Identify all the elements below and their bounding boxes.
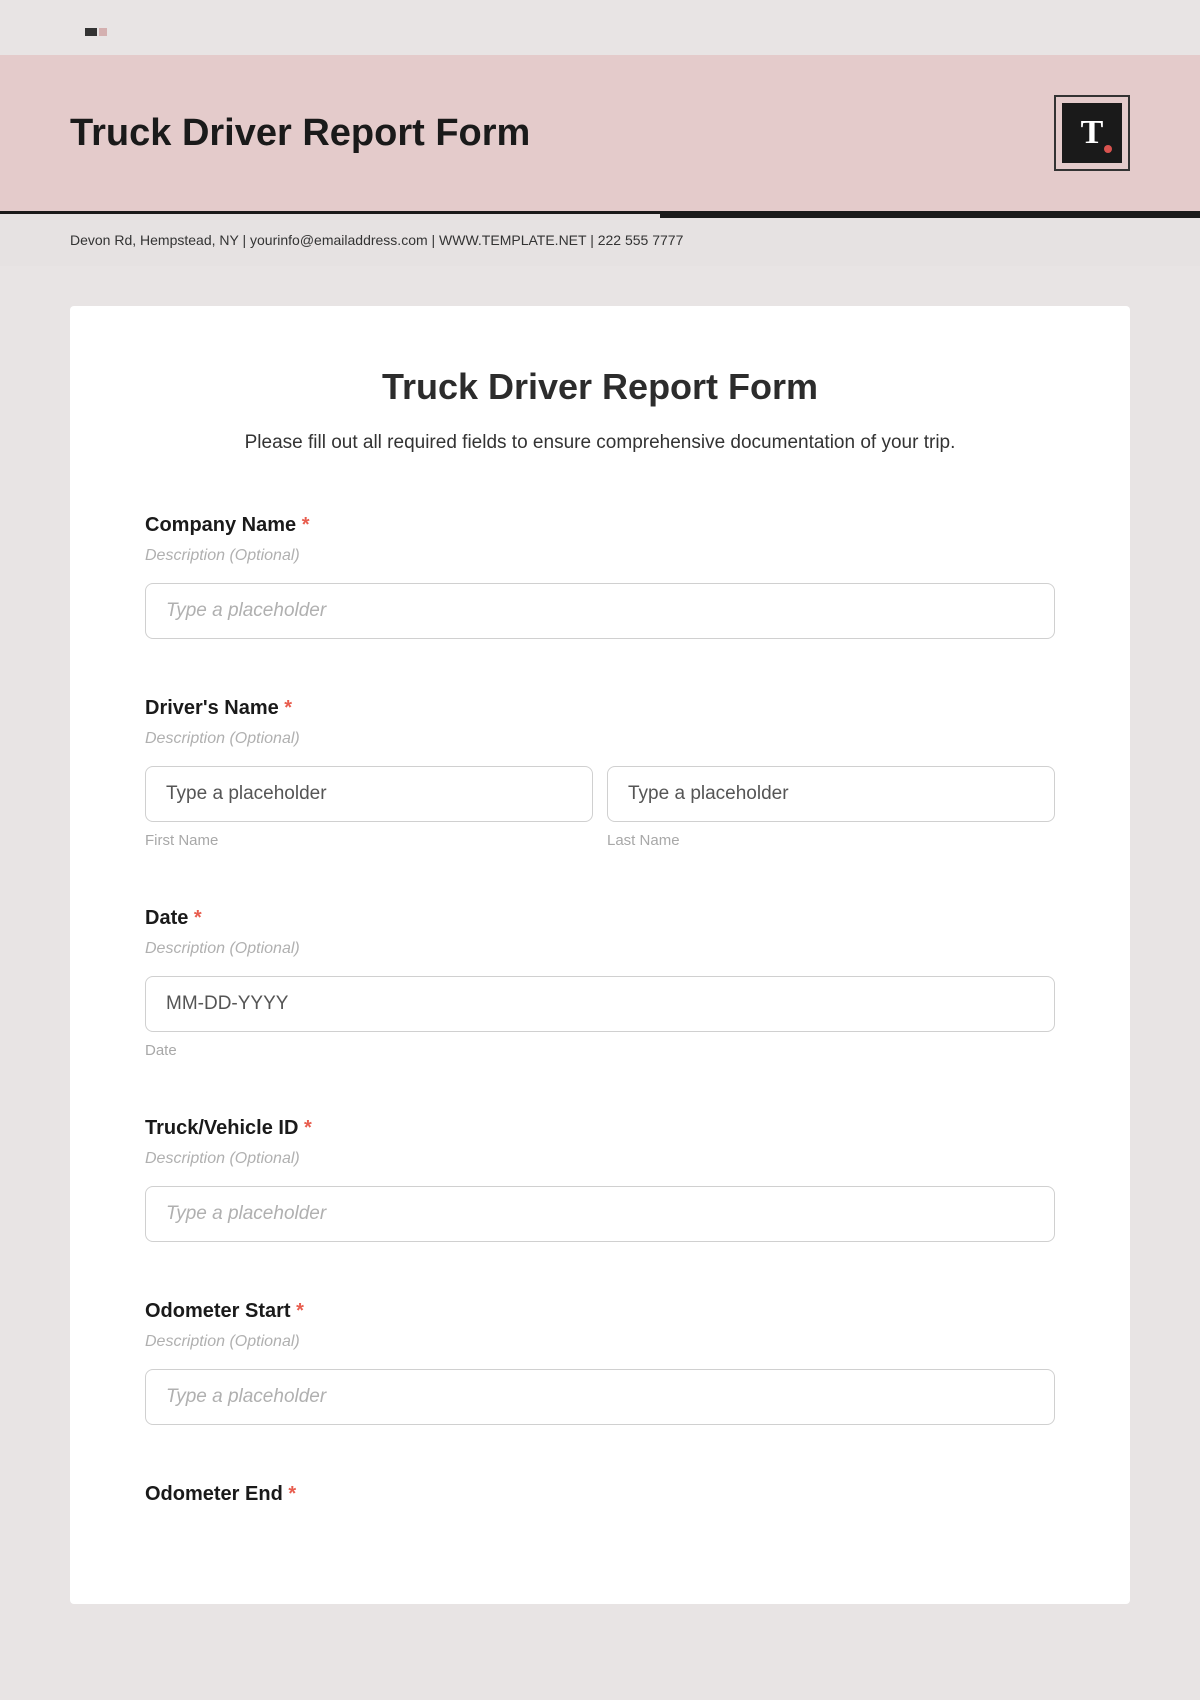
header-banner: Truck Driver Report Form T — [0, 55, 1200, 214]
driver-label: Driver's Name * — [145, 697, 1055, 720]
required-marker: * — [288, 1483, 296, 1505]
odo-start-input[interactable] — [145, 1369, 1055, 1425]
company-desc: Description (Optional) — [145, 547, 1055, 565]
required-marker: * — [304, 1117, 312, 1139]
field-date: Date * Description (Optional) Date — [145, 907, 1055, 1059]
odo-end-label: Odometer End * — [145, 1483, 1055, 1506]
field-company: Company Name * Description (Optional) — [145, 514, 1055, 639]
company-label-text: Company Name — [145, 514, 296, 536]
vehicle-label: Truck/Vehicle ID * — [145, 1117, 1055, 1140]
company-input[interactable] — [145, 583, 1055, 639]
field-vehicle: Truck/Vehicle ID * Description (Optional… — [145, 1117, 1055, 1242]
date-label: Date * — [145, 907, 1055, 930]
date-input[interactable] — [145, 976, 1055, 1032]
odo-end-label-text: Odometer End — [145, 1483, 283, 1505]
form-title: Truck Driver Report Form — [145, 366, 1055, 408]
vehicle-input[interactable] — [145, 1186, 1055, 1242]
logo-icon: T — [1062, 103, 1122, 163]
contact-line: Devon Rd, Hempstead, NY | yourinfo@email… — [0, 214, 1200, 266]
required-marker: * — [296, 1300, 304, 1322]
first-name-sublabel: First Name — [145, 832, 593, 849]
form-container: Truck Driver Report Form Please fill out… — [70, 306, 1130, 1604]
required-marker: * — [302, 514, 310, 536]
field-driver: Driver's Name * Description (Optional) F… — [145, 697, 1055, 849]
form-intro: Please fill out all required fields to e… — [145, 432, 1055, 454]
logo-box: T — [1054, 95, 1130, 171]
last-name-input[interactable] — [607, 766, 1055, 822]
date-label-text: Date — [145, 907, 188, 929]
window-control-icon — [85, 28, 109, 38]
last-name-sublabel: Last Name — [607, 832, 1055, 849]
top-bar — [0, 0, 1200, 55]
field-odo-end: Odometer End * — [145, 1483, 1055, 1506]
date-desc: Description (Optional) — [145, 940, 1055, 958]
first-name-input[interactable] — [145, 766, 593, 822]
date-sublabel: Date — [145, 1042, 1055, 1059]
odo-start-label: Odometer Start * — [145, 1300, 1055, 1323]
driver-label-text: Driver's Name — [145, 697, 279, 719]
logo-dot-icon — [1104, 145, 1112, 153]
driver-desc: Description (Optional) — [145, 730, 1055, 748]
vehicle-label-text: Truck/Vehicle ID — [145, 1117, 298, 1139]
field-odo-start: Odometer Start * Description (Optional) — [145, 1300, 1055, 1425]
banner-title: Truck Driver Report Form — [70, 112, 530, 155]
odo-start-label-text: Odometer Start — [145, 1300, 291, 1322]
logo-letter: T — [1081, 114, 1104, 152]
required-marker: * — [284, 697, 292, 719]
vehicle-desc: Description (Optional) — [145, 1150, 1055, 1168]
odo-start-desc: Description (Optional) — [145, 1333, 1055, 1351]
company-label: Company Name * — [145, 514, 1055, 537]
required-marker: * — [194, 907, 202, 929]
